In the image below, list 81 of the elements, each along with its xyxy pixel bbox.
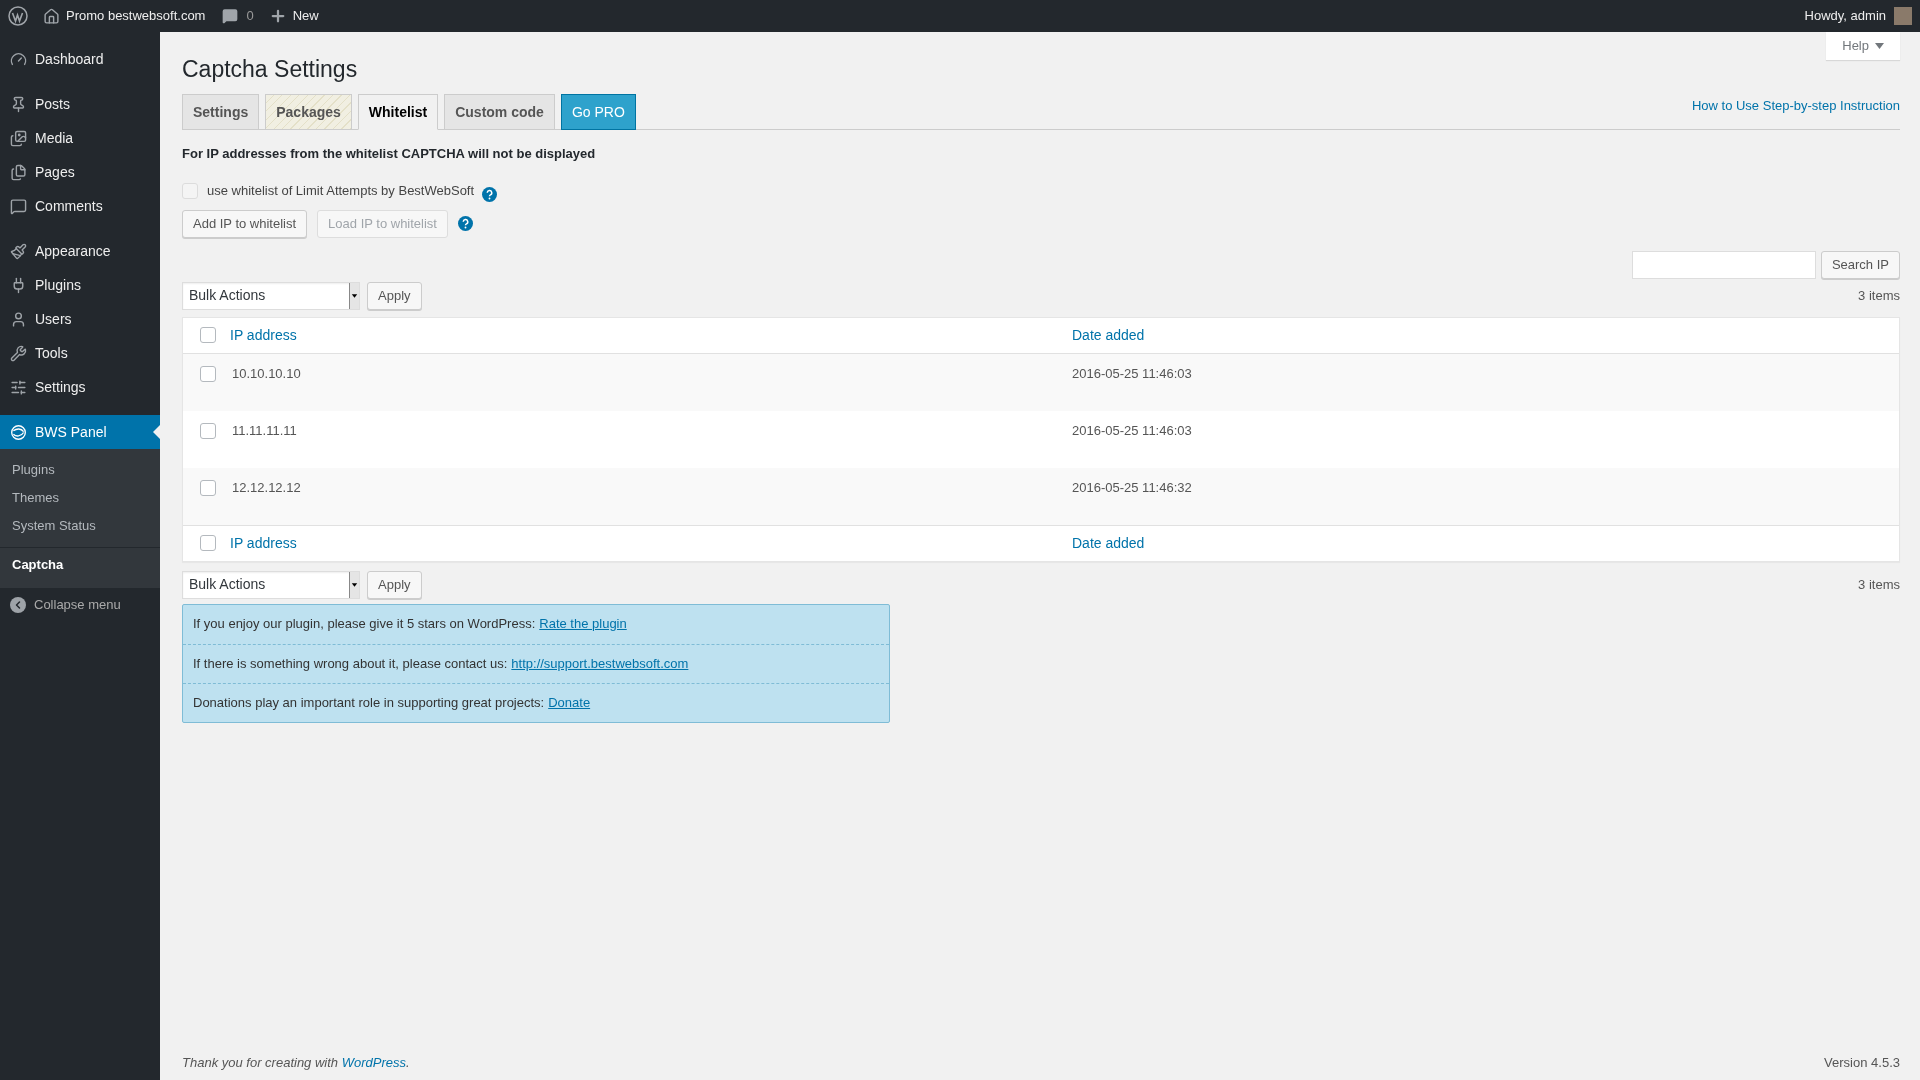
column-header-link[interactable]: Date added [1072, 532, 1145, 554]
wordpress-logo-icon[interactable] [8, 6, 28, 26]
user-icon [10, 310, 27, 328]
checkbox[interactable] [199, 479, 216, 496]
date-cell-text: 2016-05-25 11:46:32 [1072, 478, 1192, 497]
date-cell-text: 2016-05-25 11:46:03 [1072, 421, 1192, 440]
menu-item[interactable]: Media [0, 121, 160, 155]
notice-link[interactable]: Donate [548, 692, 591, 713]
sliders-icon [10, 378, 27, 396]
checkbox[interactable] [199, 327, 216, 343]
notice-link[interactable]: Rate the plugin [539, 614, 627, 634]
search-ip-field[interactable] [1631, 250, 1816, 279]
menu-item[interactable]: Appearance [0, 234, 160, 268]
menu-item[interactable]: BWS Panel [0, 415, 160, 449]
option-label: use whitelist of Limit Attempts by BestWebSoft [207, 182, 475, 201]
help-tab-button[interactable]: Help [1826, 32, 1900, 60]
wrench-icon [10, 344, 27, 362]
ip-cell-text: 11.11.11.11 [232, 421, 298, 440]
pin-icon [10, 95, 27, 113]
column-header-link[interactable]: Date added [1072, 324, 1145, 346]
menu-item[interactable]: Dashboard [0, 42, 160, 76]
brush-icon [10, 242, 27, 260]
ip-cell-text: 10.10.10.10 [232, 364, 302, 383]
version-text: Version 4.5.3 [1824, 1053, 1900, 1072]
home-icon [43, 7, 60, 25]
avatar-placeholder[interactable] [1894, 7, 1912, 25]
menu-item[interactable]: Users [0, 302, 160, 336]
notice-sentence: If you enjoy our plugin, please give it 5 stars on WordPress: [193, 615, 536, 634]
menu-item[interactable]: Settings [0, 370, 160, 404]
column-header-link[interactable]: IP address [230, 324, 1072, 346]
column-header-link[interactable]: IP address [230, 532, 1072, 554]
instruction-link[interactable]: How to Use Step-by-step Instruction [1691, 95, 1900, 115]
checkbox[interactable] [199, 535, 216, 551]
ip-cell-text: 12.12.12.12 [232, 478, 302, 497]
tab[interactable]: Whitelist [357, 94, 439, 130]
date-cell-text: 2016-05-25 11:46:03 [1072, 364, 1192, 383]
menu-item[interactable]: Tools [0, 336, 160, 370]
notice-link[interactable]: http://support.bestwebsoft.com [511, 653, 689, 674]
submenu-item[interactable]: Themes [0, 484, 160, 512]
dropdown-caret-icon [349, 571, 359, 598]
menu-item[interactable]: Plugins [0, 268, 160, 302]
menu-item[interactable]: Pages [0, 155, 160, 189]
comment-count: 0 [246, 7, 254, 26]
caret-icon [1875, 43, 1884, 49]
page-title: Captcha Settings [182, 55, 359, 84]
menu-item[interactable]: Posts [0, 87, 160, 121]
help-icon[interactable] [458, 216, 473, 231]
media-icon [10, 129, 27, 147]
globe-icon [10, 423, 27, 441]
tab[interactable]: Custom code [444, 94, 555, 130]
bulk-actions-select[interactable]: Bulk Actions [182, 281, 360, 310]
whitelist-button[interactable]: Add IP to whitelist [182, 209, 308, 238]
dropdown-caret-icon [349, 282, 359, 309]
greeting-link[interactable]: Howdy, admin [1804, 6, 1886, 26]
menu-item[interactable]: Comments [0, 189, 160, 223]
apply-button[interactable]: Apply [367, 281, 422, 310]
items-count: 3 items [1858, 286, 1900, 305]
footer-text: Thank you for creating with WordPress. [182, 1053, 410, 1072]
apply-button[interactable]: Apply [367, 570, 422, 599]
pages-icon [10, 163, 27, 181]
current-arrow-icon [153, 425, 160, 439]
submenu-item[interactable]: Plugins [0, 456, 160, 484]
site-name-link[interactable]: Promo bestwebsoft.com [66, 6, 206, 26]
description-text: For IP addresses from the whitelist CAPTCHA will not be displayed [182, 145, 597, 163]
tab[interactable]: Packages [265, 94, 352, 130]
dashboard-icon [10, 50, 27, 68]
help-icon[interactable] [482, 186, 498, 202]
collapse-menu-button[interactable]: Collapse menu [0, 588, 160, 622]
comment-icon [10, 197, 27, 215]
notice-sentence: If there is something wrong about it, please contact us: [193, 654, 508, 673]
checkbox[interactable] [199, 422, 216, 439]
wordpress-link[interactable]: WordPress [341, 1054, 406, 1070]
notice-sentence: Donations play an important role in supporting great projects: [193, 693, 545, 712]
comment-icon[interactable] [222, 8, 239, 24]
bulk-actions-select[interactable]: Bulk Actions [182, 570, 360, 599]
tab[interactable]: Settings [182, 94, 260, 130]
new-link[interactable]: New [292, 6, 319, 26]
items-count: 3 items [1858, 575, 1900, 594]
submenu-item[interactable]: System Status [0, 512, 160, 540]
search-ip-button[interactable]: Search IP [1820, 250, 1900, 279]
checkbox[interactable] [199, 365, 216, 382]
